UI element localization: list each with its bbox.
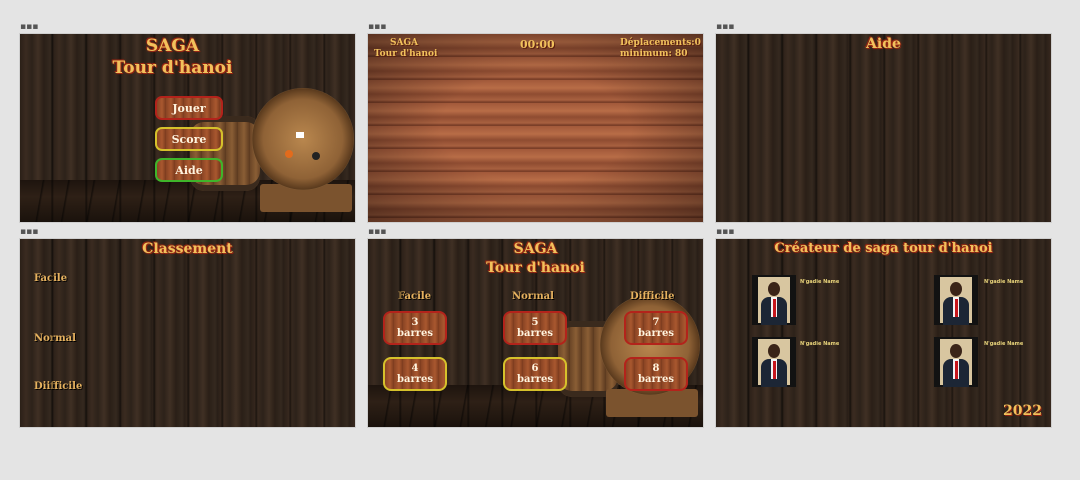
difficulty-hard: Difficile	[630, 291, 675, 302]
level-num: 7	[652, 317, 660, 328]
score-button[interactable]: Score	[155, 127, 223, 151]
level-6-bars-button[interactable]: 6 barres	[503, 357, 567, 391]
creator-photo	[752, 275, 796, 325]
ranking-difficult: Diifficile	[34, 381, 83, 392]
hud-saga: SAGA	[390, 38, 419, 48]
game-screen[interactable]: SAGA Tour d'hanoi 00:00 Déplacements:0 m…	[368, 34, 703, 222]
level-num: 4	[411, 363, 419, 374]
help-icon	[312, 152, 320, 160]
barrel-front	[252, 88, 354, 190]
menu-title-saga: SAGA	[145, 36, 200, 56]
level-8-bars-button[interactable]: 8 barres	[624, 357, 688, 391]
frame-marker: ▪▪▪	[368, 22, 387, 32]
frame-marker: ▪▪▪	[368, 227, 387, 237]
level-num: 6	[531, 363, 539, 374]
level-num: 8	[652, 363, 660, 374]
frame-marker: ▪▪▪	[716, 227, 735, 237]
level-unit: barres	[396, 374, 433, 385]
play-button[interactable]: Jouer	[155, 96, 223, 120]
timer: 00:00	[520, 38, 555, 51]
hud-tour: Tour d'hanoi	[374, 49, 438, 59]
minimum-moves: minimum: 80	[620, 49, 688, 59]
level-title-tour: Tour d'hanoi	[486, 260, 585, 276]
creator-photo	[934, 275, 978, 325]
year-label: 2022	[1003, 403, 1042, 419]
level-5-bars-button[interactable]: 5 barres	[503, 311, 567, 345]
difficulty-normal: Normal	[512, 291, 554, 302]
moves-counter: Déplacements:0	[620, 38, 701, 48]
level-unit: barres	[637, 374, 674, 385]
level-select-screen[interactable]: SAGA Tour d'hanoi Facile Normal Difficil…	[368, 239, 703, 427]
level-unit: barres	[516, 374, 553, 385]
level-unit: barres	[516, 328, 553, 339]
creator-name: N'gadie Name	[800, 341, 840, 347]
ranking-title: Classement	[142, 241, 233, 257]
ranking-screen[interactable]: Classement Facile Normal Diifficile	[20, 239, 355, 427]
help-screen[interactable]: Aide	[716, 34, 1051, 222]
creator-name: N'gadie Name	[800, 279, 840, 285]
credits-screen[interactable]: Créateur de saga tour d'hanoi N'gadie Na…	[716, 239, 1051, 427]
creator-name: N'gadie Name	[984, 341, 1024, 347]
score-icon	[285, 150, 293, 158]
help-title: Aide	[866, 36, 901, 52]
level-num: 5	[531, 317, 539, 328]
level-4-bars-button[interactable]: 4 barres	[383, 357, 447, 391]
level-title-saga: SAGA	[513, 241, 558, 257]
level-unit: barres	[637, 328, 674, 339]
level-7-bars-button[interactable]: 7 barres	[624, 311, 688, 345]
credits-title: Créateur de saga tour d'hanoi	[774, 241, 993, 256]
frame-marker: ▪▪▪	[20, 227, 39, 237]
menu-screen[interactable]: SAGA Tour d'hanoi Jouer Score Aide	[20, 34, 355, 222]
menu-title-tour: Tour d'hanoi	[112, 58, 233, 78]
game-icon	[296, 132, 304, 138]
ranking-normal: Normal	[34, 333, 76, 344]
creator-name: N'gadie Name	[984, 279, 1024, 285]
level-unit: barres	[396, 328, 433, 339]
frame-marker: ▪▪▪	[20, 22, 39, 32]
difficulty-easy: Facile	[398, 291, 432, 302]
frame-marker: ▪▪▪	[716, 22, 735, 32]
ranking-easy: Facile	[34, 273, 68, 284]
creator-photo	[752, 337, 796, 387]
level-num: 3	[411, 317, 419, 328]
creator-photo	[934, 337, 978, 387]
help-button[interactable]: Aide	[155, 158, 223, 182]
level-3-bars-button[interactable]: 3 barres	[383, 311, 447, 345]
